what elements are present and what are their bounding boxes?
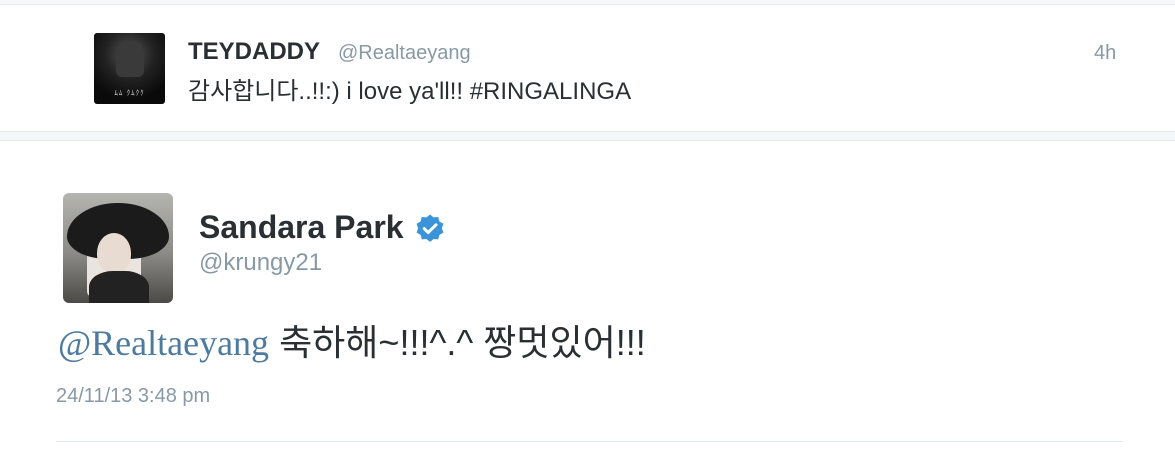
avatar-caption: ﾑﾑ ｸﾑｸｸ bbox=[114, 89, 145, 97]
avatar-body bbox=[89, 271, 149, 303]
tweet-time[interactable]: 4h bbox=[1094, 42, 1116, 65]
tweet-text: @Realtaeyang 축하해~!!!^.^ 짱멋있어!!! bbox=[58, 314, 646, 366]
verified-badge-icon bbox=[416, 214, 444, 242]
tweet-author-name[interactable]: TEYDADDY bbox=[188, 38, 320, 66]
tweet-author-handle[interactable]: @Realtaeyang bbox=[338, 42, 471, 65]
tweet-card-teydaddy[interactable]: ﾑﾑ ｸﾑｸｸ TEYDADDY @Realtaeyang 4h 감사합니다..… bbox=[0, 4, 1175, 132]
tweet-timestamp[interactable]: 24/11/13 3:48 pm bbox=[56, 385, 210, 408]
tweet-author-handle[interactable]: @krungy21 bbox=[199, 249, 322, 277]
mention-link[interactable]: @Realtaeyang bbox=[58, 323, 269, 363]
avatar-figure bbox=[116, 41, 144, 77]
tweet-text: 감사합니다..!!:) i love ya'll!! #RINGALINGA bbox=[188, 78, 632, 105]
avatar-teydaddy[interactable]: ﾑﾑ ｸﾑｸｸ bbox=[94, 33, 165, 104]
divider bbox=[56, 441, 1122, 442]
tweet-text-body: 축하해~!!!^.^ 짱멋있어!!! bbox=[269, 322, 646, 363]
avatar-sandara[interactable] bbox=[63, 193, 173, 303]
tweet-card-sandara[interactable]: Sandara Park @krungy21 @Realtaeyang 축하해~… bbox=[0, 140, 1175, 450]
tweet-author-name[interactable]: Sandara Park bbox=[199, 209, 404, 246]
avatar-face bbox=[97, 233, 131, 273]
